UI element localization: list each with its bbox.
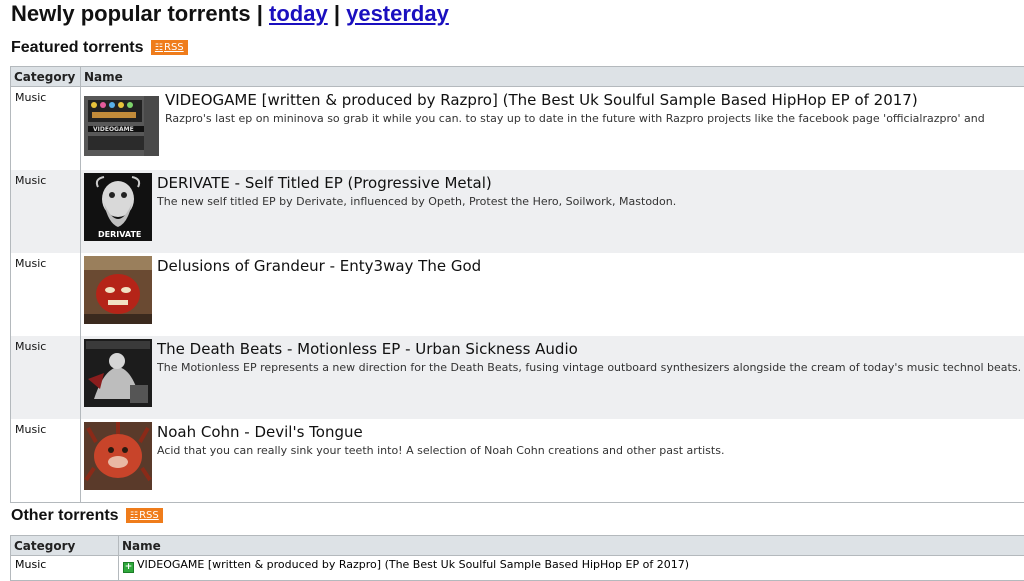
rss-label: RSS	[139, 510, 159, 521]
category-cell[interactable]: Music	[11, 336, 81, 419]
column-header-category[interactable]: Category	[11, 67, 81, 87]
category-cell[interactable]: Music	[11, 253, 81, 336]
today-link[interactable]: today	[269, 1, 328, 26]
name-cell: The Death Beats - Motionless EP - Urban …	[81, 336, 1024, 419]
other-torrents-table: Category Name Music +VIDEOGAME [written …	[10, 535, 1024, 581]
table-row: Music The Death Beats -	[11, 336, 1024, 419]
column-header-category[interactable]: Category	[11, 536, 119, 556]
rss-feed-icon: ☷	[130, 511, 138, 521]
torrent-name-link[interactable]: VIDEOGAME [written & produced by Razpro]…	[137, 558, 689, 571]
torrent-title-link[interactable]: Delusions of Grandeur - Enty3way The God	[157, 257, 1024, 275]
thumbnail-image[interactable]	[84, 256, 152, 324]
torrent-title-link[interactable]: Noah Cohn - Devil's Tongue	[157, 423, 1024, 441]
item-text: Delusions of Grandeur - Enty3way The God	[157, 256, 1024, 324]
torrent-description: Razpro's last ep on mininova so grab it …	[165, 111, 1024, 126]
list-item: DERIVATE DERIVATE - Self Titled EP (Prog…	[81, 170, 1024, 241]
list-item: VIDEOGAME VIDEOGAME [written & produced …	[81, 87, 1024, 158]
table-row: Music Noah Cohn - Devil	[11, 419, 1024, 503]
item-text: Noah Cohn - Devil's Tongue Acid that you…	[157, 422, 1024, 490]
torrent-title-link[interactable]: DERIVATE - Self Titled EP (Progressive M…	[157, 174, 1024, 192]
list-item: Delusions of Grandeur - Enty3way The God	[81, 253, 1024, 324]
thumbnail-caption: VIDEOGAME	[93, 126, 134, 133]
rss-label: RSS	[164, 42, 184, 53]
torrent-description: Acid that you can really sink your teeth…	[157, 443, 1024, 458]
title-separator-2: |	[334, 1, 340, 26]
torrent-description: The new self titled EP by Derivate, infl…	[157, 194, 1024, 209]
yesterday-link[interactable]: yesterday	[346, 1, 449, 26]
page-title: Newly popular torrents | today | yesterd…	[11, 1, 449, 27]
rss-feed-icon: ☷	[155, 43, 163, 53]
featured-torrents-table: Category Name Music	[10, 66, 1024, 503]
item-text: VIDEOGAME [written & produced by Razpro]…	[165, 90, 1024, 158]
table-header-row: Category Name	[11, 67, 1024, 87]
thumbnail-image[interactable]: DERIVATE	[84, 173, 152, 241]
column-header-name[interactable]: Name	[81, 67, 1024, 87]
category-cell[interactable]: Music	[11, 170, 81, 253]
thumbnail-image[interactable]	[84, 339, 152, 407]
other-rss-button[interactable]: ☷RSS	[126, 508, 163, 523]
page-title-text: Newly popular torrents	[11, 1, 251, 26]
thumbnail-image[interactable]: VIDEOGAME	[84, 90, 159, 158]
table-row: Music De	[11, 253, 1024, 336]
thumbnail-image[interactable]	[84, 422, 152, 490]
name-cell: DERIVATE DERIVATE - Self Titled EP (Prog…	[81, 170, 1024, 253]
featured-heading-text: Featured torrents	[11, 39, 143, 56]
name-cell: VIDEOGAME VIDEOGAME [written & produced …	[81, 87, 1024, 171]
category-cell[interactable]: Music	[11, 556, 119, 581]
featured-heading: Featured torrents ☷RSS	[11, 39, 188, 57]
category-cell[interactable]: Music	[11, 419, 81, 503]
name-cell: +VIDEOGAME [written & produced by Razpro…	[119, 556, 1024, 581]
featured-rss-button[interactable]: ☷RSS	[151, 40, 188, 55]
other-heading: Other torrents ☷RSS	[11, 507, 163, 525]
table-row: Music +VIDEOGAME [written & produced by …	[11, 556, 1024, 581]
new-torrent-plus-icon: +	[123, 562, 134, 573]
torrent-title-link[interactable]: The Death Beats - Motionless EP - Urban …	[157, 340, 1024, 358]
list-item: Noah Cohn - Devil's Tongue Acid that you…	[81, 419, 1024, 490]
category-cell[interactable]: Music	[11, 87, 81, 171]
other-heading-text: Other torrents	[11, 507, 119, 524]
name-cell: Noah Cohn - Devil's Tongue Acid that you…	[81, 419, 1024, 503]
torrent-title-link[interactable]: VIDEOGAME [written & produced by Razpro]…	[165, 91, 1024, 109]
table-header-row: Category Name	[11, 536, 1024, 556]
item-text: The Death Beats - Motionless EP - Urban …	[157, 339, 1024, 407]
column-header-name[interactable]: Name	[119, 536, 1024, 556]
list-item: The Death Beats - Motionless EP - Urban …	[81, 336, 1024, 407]
thumbnail-caption: DERIVATE	[98, 230, 141, 239]
name-cell: Delusions of Grandeur - Enty3way The God	[81, 253, 1024, 336]
item-text: DERIVATE - Self Titled EP (Progressive M…	[157, 173, 1024, 241]
torrent-description: The Motionless EP represents a new direc…	[157, 360, 1024, 375]
title-separator: |	[257, 1, 263, 26]
table-row: Music DERIVATE	[11, 170, 1024, 253]
table-row: Music	[11, 87, 1024, 171]
